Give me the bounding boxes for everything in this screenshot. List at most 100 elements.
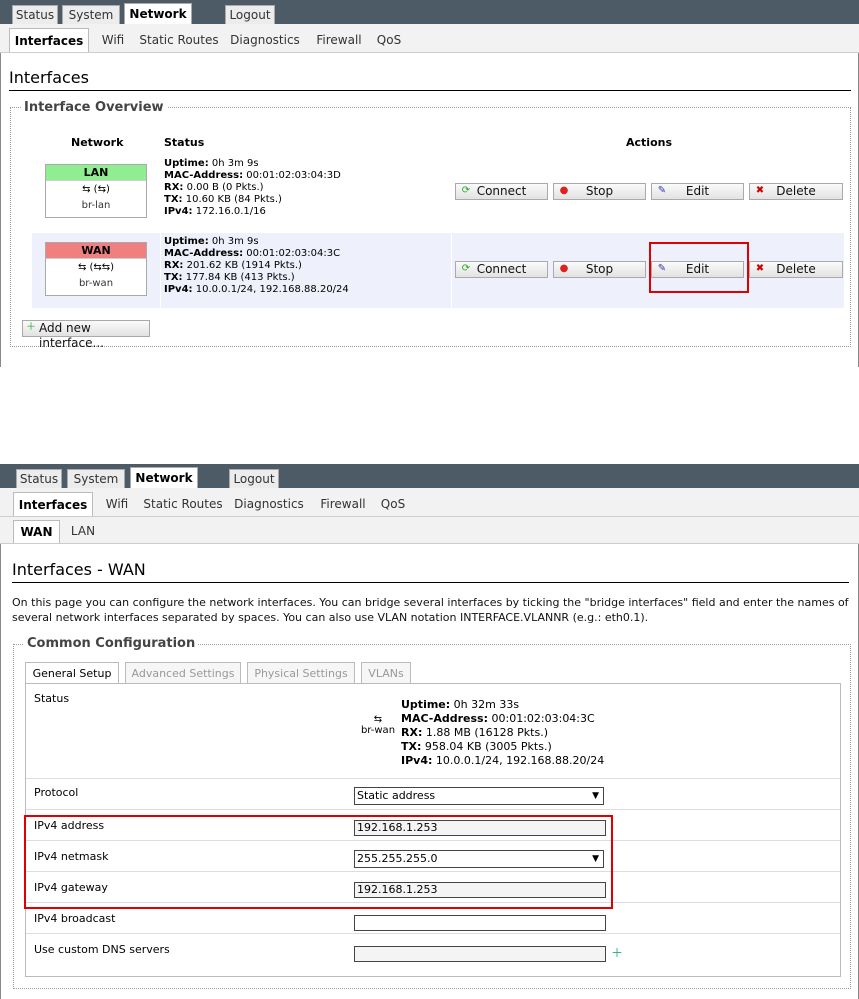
wan-delete-button[interactable]: ✖ Delete xyxy=(749,261,843,278)
rx-label: RX: xyxy=(401,726,423,739)
add-label: Add new interface... xyxy=(39,321,104,350)
mac-label: MAC-Address: xyxy=(164,170,244,181)
interface-tabs-bar: WAN LAN xyxy=(0,517,859,544)
highlight-box xyxy=(24,815,613,909)
tab-logout[interactable]: Logout xyxy=(225,5,275,24)
top-nav-bar: Status System Network Logout xyxy=(0,464,859,488)
add-interface-button[interactable]: ＋ Add new interface... xyxy=(22,320,150,350)
dropdown-arrow-icon: ▼ xyxy=(592,791,599,801)
subtab-diagnostics[interactable]: Diagnostics xyxy=(231,492,307,516)
subtab-qos[interactable]: QoS xyxy=(376,492,410,516)
subtab-wan[interactable]: WAN xyxy=(13,520,60,543)
lan-status: Uptime: 0h 3m 9s MAC-Address: 00:01:02:0… xyxy=(164,158,341,218)
tab-status[interactable]: Status xyxy=(12,5,58,24)
lan-name: LAN xyxy=(46,165,146,181)
mac-label: MAC-Address: xyxy=(401,712,488,725)
tab-network[interactable]: Network xyxy=(124,3,192,24)
network-device-icon: ⇆ xyxy=(373,714,383,725)
subtab-lan[interactable]: LAN xyxy=(66,520,100,543)
dns-input[interactable] xyxy=(354,946,606,962)
mac-value: 00:01:02:03:04:3D xyxy=(246,170,341,181)
subtab-firewall[interactable]: Firewall xyxy=(309,28,369,52)
network-device-icon: ⇆ (⇆) xyxy=(82,184,110,195)
tx-value: 177.84 KB (413 Pkts.) xyxy=(185,272,295,283)
tab-general-setup[interactable]: General Setup xyxy=(25,662,119,684)
ipv4-label: IPv4: xyxy=(164,206,193,217)
protocol-select[interactable]: Static address ▼ xyxy=(354,787,604,805)
lan-stop-button[interactable]: ● Stop xyxy=(553,183,646,200)
connect-label: Connect xyxy=(476,262,527,276)
stop-label: Stop xyxy=(585,184,614,198)
lan-edit-button[interactable]: ✎ Edit xyxy=(651,183,744,200)
wan-status: Uptime: 0h 32m 33s MAC-Address: 00:01:02… xyxy=(401,698,604,768)
uptime-label: Uptime: xyxy=(164,236,209,247)
stop-label: Stop xyxy=(585,262,614,276)
ipv4-broadcast-input[interactable] xyxy=(354,915,606,931)
delete-icon: ✖ xyxy=(755,185,765,196)
subtab-wifi[interactable]: Wifi xyxy=(99,492,135,516)
tab-system[interactable]: System xyxy=(67,469,125,488)
header-status: Status xyxy=(164,136,205,149)
subtab-interfaces[interactable]: Interfaces xyxy=(13,492,93,516)
lan-delete-button[interactable]: ✖ Delete xyxy=(749,183,843,200)
delete-icon: ✖ xyxy=(755,263,765,274)
lan-connect-button[interactable]: ⟳ Connect xyxy=(455,183,548,200)
wan-status: Uptime: 0h 3m 9s MAC-Address: 00:01:02:0… xyxy=(164,236,349,296)
sub-nav-bar: Interfaces Wifi Static Routes Diagnostic… xyxy=(0,488,859,517)
tab-network[interactable]: Network xyxy=(130,467,198,488)
delete-label: Delete xyxy=(776,262,816,276)
tab-status[interactable]: Status xyxy=(16,469,62,488)
subtab-interfaces[interactable]: Interfaces xyxy=(9,28,89,52)
fieldset-legend: Interface Overview xyxy=(21,100,167,115)
stop-icon: ● xyxy=(559,185,569,196)
tab-physical-settings[interactable]: Physical Settings xyxy=(247,662,355,684)
interface-overview-fieldset xyxy=(10,107,851,347)
wan-name: WAN xyxy=(46,243,146,259)
tx-label: TX: xyxy=(401,740,422,753)
ipv4-broadcast-label: IPv4 broadcast xyxy=(34,912,116,925)
highlight-box xyxy=(649,242,749,293)
tab-vlans[interactable]: VLANs xyxy=(361,662,411,684)
device-badge: ⇆ br-wan xyxy=(360,714,396,736)
page-title: Interfaces - WAN xyxy=(12,560,849,583)
tx-value: 958.04 KB (3005 Pkts.) xyxy=(424,740,552,753)
status-label: Status xyxy=(34,692,70,705)
tab-advanced-settings[interactable]: Advanced Settings xyxy=(125,662,241,684)
subtab-wifi[interactable]: Wifi xyxy=(95,28,131,52)
uptime-value: 0h 3m 9s xyxy=(211,158,259,169)
tx-label: TX: xyxy=(164,194,183,205)
subtab-diagnostics[interactable]: Diagnostics xyxy=(227,28,303,52)
subtab-firewall[interactable]: Firewall xyxy=(313,492,373,516)
interface-wan-edit-screen: Status System Network Logout Interfaces … xyxy=(0,464,859,999)
row-divider xyxy=(451,233,452,308)
tab-logout[interactable]: Logout xyxy=(229,469,279,488)
ipv4-value: 10.0.0.1/24, 192.168.88.20/24 xyxy=(435,754,605,767)
tab-system[interactable]: System xyxy=(62,5,120,24)
status-row: Status ⇆ br-wan Uptime: 0h 32m 33s MAC-A… xyxy=(26,684,840,779)
add-icon[interactable]: ＋ xyxy=(610,946,624,960)
tx-label: TX: xyxy=(164,272,183,283)
mac-label: MAC-Address: xyxy=(164,248,244,259)
wan-connect-button[interactable]: ⟳ Connect xyxy=(455,261,548,278)
refresh-icon: ⟳ xyxy=(461,185,471,196)
connect-label: Connect xyxy=(476,184,527,198)
subtab-qos[interactable]: QoS xyxy=(372,28,406,52)
subtab-static-routes[interactable]: Static Routes xyxy=(137,28,221,52)
network-device-icon: ⇆ (⇆⇆) xyxy=(77,262,115,273)
wan-interface-badge: WAN ⇆ (⇆⇆) br-wan xyxy=(45,242,147,296)
ipv4-label: IPv4: xyxy=(401,754,433,767)
description-line: several network interfaces separated by … xyxy=(12,611,649,624)
device-name: br-wan xyxy=(360,725,396,736)
rx-label: RX: xyxy=(164,260,184,271)
subtab-static-routes[interactable]: Static Routes xyxy=(141,492,225,516)
protocol-row: Protocol Static address ▼ xyxy=(26,778,840,810)
protocol-value: Static address xyxy=(357,789,436,802)
ipv4-label: IPv4: xyxy=(164,284,193,295)
wan-stop-button[interactable]: ● Stop xyxy=(553,261,646,278)
page-title: Interfaces xyxy=(9,68,851,91)
header-network: Network xyxy=(71,136,124,149)
fieldset-legend: Common Configuration xyxy=(24,636,199,651)
edit-icon: ✎ xyxy=(657,185,667,196)
uptime-value: 0h 3m 9s xyxy=(211,236,259,247)
top-nav-bar: Status System Network Logout xyxy=(0,0,859,24)
